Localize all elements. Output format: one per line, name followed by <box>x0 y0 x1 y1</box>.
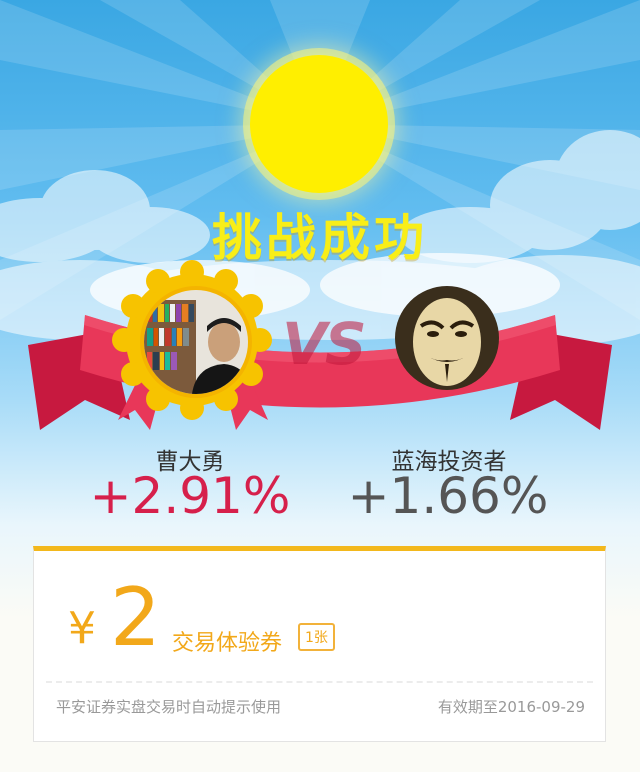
avatar-left[interactable] <box>140 286 252 398</box>
voucher-usage-note: 平安证券实盘交易时自动提示使用 <box>56 698 282 716</box>
avatar-right[interactable] <box>395 286 499 390</box>
voucher-expiry: 有效期至2016-09-29 <box>437 698 585 716</box>
avatar-photo-icon <box>144 290 248 394</box>
voucher-type: 交易体验券 <box>172 631 283 656</box>
player-left-return: +2.91% <box>89 467 291 525</box>
voucher-count-badge: 1张 <box>298 623 335 651</box>
dashed-divider <box>46 681 593 683</box>
challenge-result-page: 挑战成功 VS 曹大勇 蓝海投资者 +2.91% +1.66% ¥ 2 交易体验… <box>0 0 640 772</box>
guy-fawkes-mask-icon <box>395 286 499 390</box>
voucher-amount: 2 <box>110 571 161 664</box>
gold-medal-badge <box>112 260 272 420</box>
vs-label: VS <box>282 310 367 378</box>
player-right-return: +1.66% <box>347 467 549 525</box>
voucher-card[interactable]: ¥ 2 交易体验券 1张 平安证券实盘交易时自动提示使用 有效期至2016-09… <box>33 546 606 742</box>
currency-symbol: ¥ <box>68 603 96 654</box>
